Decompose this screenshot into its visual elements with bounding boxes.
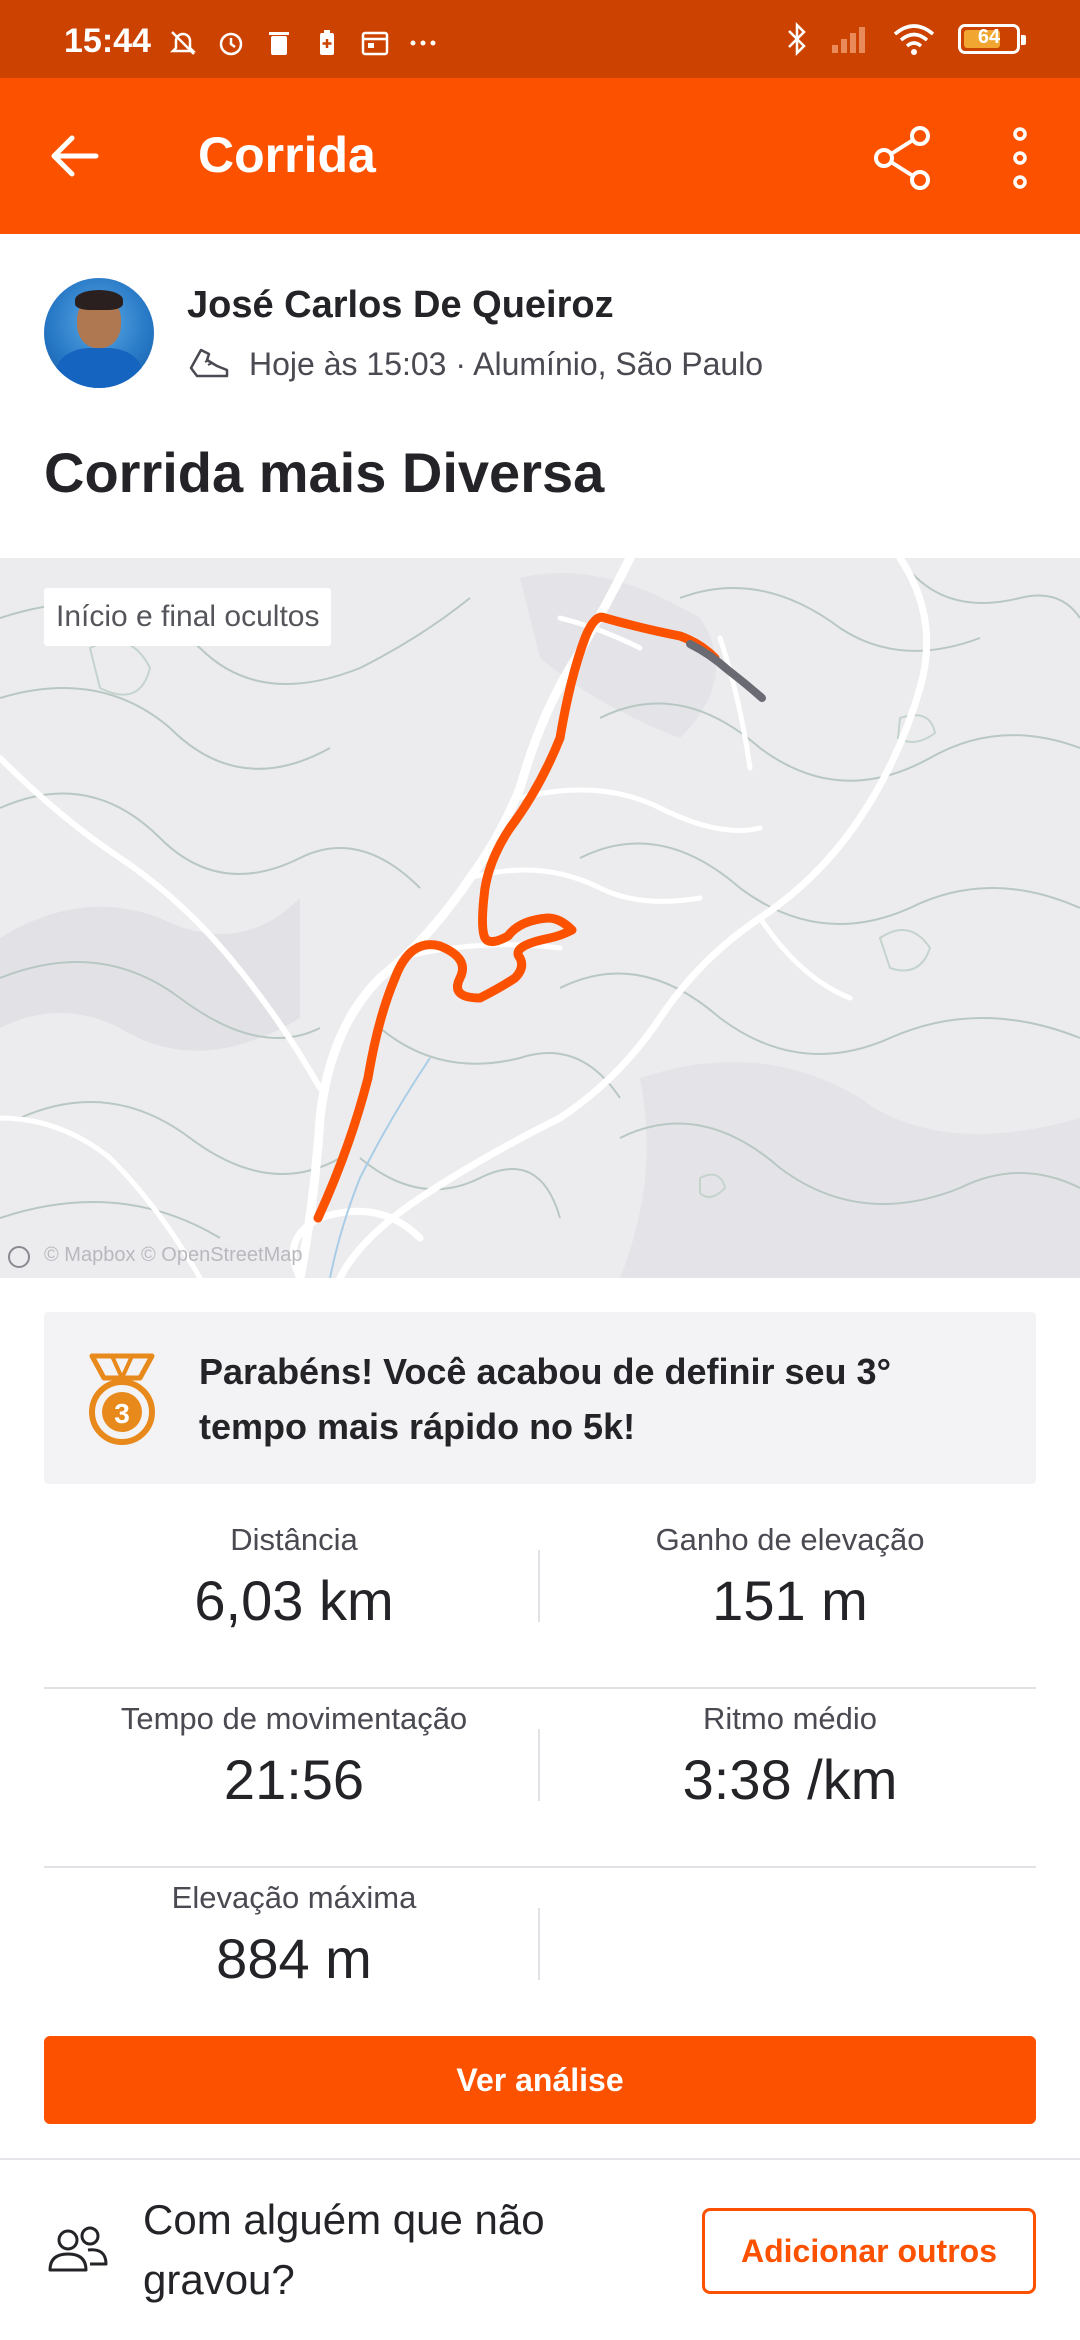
stat-moving-time: Tempo de movimentação 21:56 [44, 1689, 544, 1812]
activity-datetime-location: Hoje às 15:03 · Alumínio, São Paulo [249, 345, 764, 382]
medal-number: 3 [114, 1398, 130, 1429]
stats-row: Elevação máxima 884 m [44, 1868, 1036, 2045]
stat-value: 21:56 [223, 1748, 365, 1811]
divider [0, 2158, 1080, 2160]
bluetooth-icon [788, 22, 806, 56]
map-attribution: © Mapbox © OpenStreetMap [44, 1244, 303, 1266]
page-title: Corrida [198, 127, 376, 183]
stat-label: Tempo de movimentação [120, 1701, 468, 1736]
mute-icon [169, 31, 197, 55]
status-bar: 15:44 64 [0, 0, 1080, 78]
activity-title: Corrida mais Diversa [44, 441, 605, 504]
mapbox-logo-icon [8, 1246, 30, 1268]
stat-max-elevation: Elevação máxima 884 m [44, 1868, 544, 1991]
app-bar: Corrida [0, 78, 1080, 234]
stat-value: 3:38 /km [682, 1748, 898, 1811]
with-someone-text: Com alguém que não gravou? [143, 2196, 545, 2303]
achievement-text: Parabéns! Você acabou de definir seu 3° … [199, 1351, 891, 1447]
status-icons-right: 64 [786, 22, 1026, 56]
stat-value: 151 m [712, 1569, 868, 1632]
stat-label: Ganho de elevação [655, 1522, 925, 1557]
stat-elevation-gain: Ganho de elevação 151 m [540, 1510, 1040, 1633]
battery-icon: 64 [958, 24, 1026, 54]
battery-saver-icon [320, 30, 334, 55]
signal-icon [832, 27, 865, 53]
share-icon[interactable] [866, 122, 938, 194]
add-others-button[interactable]: Adicionar outros [702, 2208, 1036, 2294]
stat-value: 6,03 km [194, 1569, 394, 1632]
more-options-icon[interactable] [1000, 122, 1040, 194]
athlete-name[interactable]: José Carlos De Queiroz [187, 284, 614, 327]
stat-distance: Distância 6,03 km [44, 1510, 544, 1633]
route-map[interactable]: Início e final ocultos © Mapbox © OpenSt… [0, 558, 1080, 1278]
privacy-badge: Início e final ocultos [44, 588, 332, 646]
alarm-icon [219, 32, 243, 56]
people-icon [48, 2226, 108, 2272]
stat-label: Elevação máxima [171, 1880, 417, 1915]
running-shoe-icon [189, 348, 229, 378]
stats-row: Tempo de movimentação 21:56 Ritmo médio … [44, 1689, 1036, 1868]
divider [538, 1908, 540, 1980]
stats-grid: Distância 6,03 km Ganho de elevação 151 … [44, 1510, 1036, 2045]
stat-value: 884 m [216, 1927, 372, 1990]
stat-avg-pace: Ritmo médio 3:38 /km [540, 1689, 1040, 1812]
achievement-banner[interactable]: 3 Parabéns! Você acabou de definir seu 3… [44, 1312, 1036, 1484]
more-dots-icon [410, 40, 436, 46]
wifi-icon [893, 24, 935, 55]
map-canvas [0, 558, 1080, 1278]
view-analysis-button[interactable]: Ver análise [44, 2036, 1036, 2124]
calendar-icon [361, 31, 389, 56]
status-time: 15:44 [64, 22, 151, 60]
back-arrow-icon[interactable] [44, 124, 108, 188]
battery-level: 64 [977, 26, 1001, 48]
activity-meta: Hoje às 15:03 · Alumínio, São Paulo [187, 344, 763, 384]
status-icons-left [168, 28, 438, 58]
stats-row: Distância 6,03 km Ganho de elevação 151 … [44, 1510, 1036, 1689]
trash-icon [269, 32, 289, 55]
avatar[interactable] [44, 278, 154, 388]
stat-label: Distância [230, 1522, 358, 1557]
stat-label: Ritmo médio [703, 1701, 877, 1736]
medal-icon: 3 [89, 1353, 155, 1445]
